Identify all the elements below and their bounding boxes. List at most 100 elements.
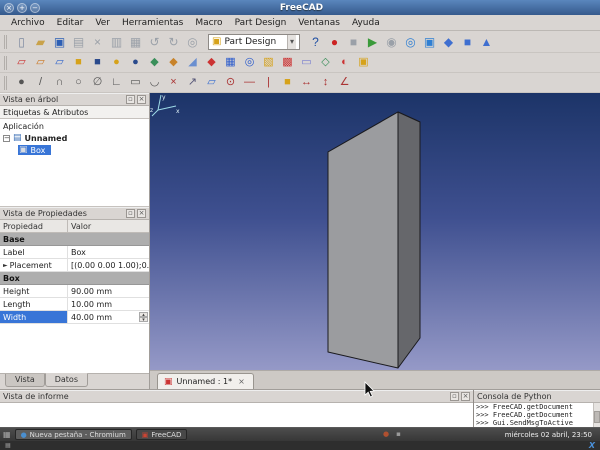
refresh-icon[interactable]: ◎ (183, 33, 202, 51)
close-panel-icon[interactable]: × (137, 209, 146, 218)
trim-icon[interactable]: × (164, 74, 183, 92)
scaled-icon[interactable]: ▧ (259, 54, 278, 72)
minimize-window-icon[interactable]: − (30, 3, 40, 13)
lock-constraint-icon[interactable]: ■ (278, 74, 297, 92)
create-sketch-icon[interactable]: ▱ (12, 54, 31, 72)
view-front-icon[interactable]: ■ (458, 33, 477, 51)
menu-archivo[interactable]: Archivo (5, 17, 51, 29)
chamfer-icon[interactable]: ◆ (164, 54, 183, 72)
datum-plane-icon[interactable]: ▭ (297, 54, 316, 72)
sketch-fillet-icon[interactable]: ◡ (145, 74, 164, 92)
copy-icon[interactable]: ▥ (107, 33, 126, 51)
sketch-rectangle-icon[interactable]: ▭ (126, 74, 145, 92)
tray-icon-1[interactable]: ● (383, 430, 389, 438)
undo-icon[interactable]: ↺ (145, 33, 164, 51)
menu-ayuda[interactable]: Ayuda (346, 17, 386, 29)
property-row-width[interactable]: Width 40.00 mm ▴ ▾ (0, 311, 149, 324)
distance-vertical-icon[interactable]: ↕ (316, 74, 335, 92)
coincident-constraint-icon[interactable]: ⊙ (221, 74, 240, 92)
clock[interactable]: miércoles 02 abril, 23:50 (505, 431, 597, 439)
property-group-base[interactable]: Base (0, 233, 149, 246)
property-row-length[interactable]: Length 10.00 mm (0, 298, 149, 311)
pocket-icon[interactable]: ■ (88, 54, 107, 72)
box-face-front[interactable] (328, 112, 398, 368)
new-document-icon[interactable]: ▯ (12, 33, 31, 51)
column-header-value[interactable]: Valor (68, 220, 149, 232)
horizontal-constraint-icon[interactable]: ― (240, 74, 259, 92)
macro-play-icon[interactable]: ▶ (363, 33, 382, 51)
property-value[interactable]: [(0.00 0.00 1.00);0.0 (68, 259, 149, 271)
tab-vista[interactable]: Vista (5, 374, 45, 387)
property-value[interactable]: 10.00 mm (68, 298, 149, 310)
cut-icon[interactable]: × (88, 33, 107, 51)
redo-icon[interactable]: ↻ (164, 33, 183, 51)
tree-item-box[interactable]: ▣ Box (0, 144, 149, 156)
macro-debug-icon[interactable]: ◉ (382, 33, 401, 51)
print-icon[interactable]: ▤ (69, 33, 88, 51)
multitransform-icon[interactable]: ▩ (278, 54, 297, 72)
property-value[interactable]: Box (68, 246, 149, 258)
external-geometry-icon[interactable]: ↗ (183, 74, 202, 92)
spin-down-icon[interactable]: ▾ (139, 317, 148, 322)
3d-viewport[interactable]: x y z (150, 93, 600, 370)
sketch-arc-icon[interactable]: ∩ (50, 74, 69, 92)
property-row-placement[interactable]: ► Placement [(0.00 0.00 1.00);0.0 (0, 259, 149, 272)
menu-macro[interactable]: Macro (189, 17, 228, 29)
edit-sketch-icon[interactable]: ▱ (31, 54, 50, 72)
property-value-editor[interactable]: 40.00 mm ▴ ▾ (68, 311, 149, 323)
polar-pattern-icon[interactable]: ◎ (240, 54, 259, 72)
sketch-ellipse-icon[interactable]: ∅ (88, 74, 107, 92)
taskbar-button-freecad[interactable]: ▣ FreeCAD (136, 429, 188, 440)
close-tab-icon[interactable]: × (236, 376, 247, 387)
close-window-icon[interactable]: × (4, 3, 14, 13)
property-value[interactable]: 90.00 mm (68, 285, 149, 297)
distance-horizontal-icon[interactable]: ↔ (297, 74, 316, 92)
migrate-icon[interactable]: ▣ (354, 54, 373, 72)
tab-datos[interactable]: Datos (45, 373, 88, 387)
view-top-icon[interactable]: ▲ (477, 33, 496, 51)
scrollbar-thumb[interactable] (594, 411, 600, 423)
construction-mode-icon[interactable]: ▱ (202, 74, 221, 92)
python-console-content[interactable]: >>> FreeCAD.getDocument >>> FreeCAD.getD… (474, 403, 600, 427)
property-row-height[interactable]: Height 90.00 mm (0, 285, 149, 298)
box-face-side[interactable] (398, 112, 420, 368)
macro-stop-icon[interactable]: ■ (344, 33, 363, 51)
collapse-icon[interactable]: − (3, 135, 10, 142)
toolbar-grip[interactable] (4, 35, 8, 49)
fillet-icon[interactable]: ◆ (145, 54, 164, 72)
linear-pattern-icon[interactable]: ▦ (221, 54, 240, 72)
map-sketch-icon[interactable]: ▱ (50, 54, 69, 72)
menu-herramientas[interactable]: Herramientas (116, 17, 189, 29)
float-panel-icon[interactable]: ▫ (126, 95, 135, 104)
menu-editar[interactable]: Editar (51, 17, 90, 29)
property-row-label[interactable]: Label Box (0, 246, 149, 259)
console-scrollbar[interactable] (593, 403, 600, 427)
maximize-window-icon[interactable]: + (17, 3, 27, 13)
tray-icon-2[interactable]: ▪ (396, 430, 401, 438)
tree-root-application[interactable]: Aplicación (0, 120, 149, 132)
macro-record-icon[interactable]: ● (325, 33, 344, 51)
whats-this-icon[interactable]: ? (306, 33, 325, 51)
menu-ver[interactable]: Ver (89, 17, 116, 29)
float-panel-icon[interactable]: ▫ (126, 209, 135, 218)
menu-ventanas[interactable]: Ventanas (292, 17, 346, 29)
open-folder-icon[interactable]: ▰ (31, 33, 50, 51)
close-panel-icon[interactable]: × (461, 392, 470, 401)
boolean-icon[interactable]: ◐ (335, 54, 354, 72)
selected-tree-item[interactable]: ▣ Box (18, 145, 51, 155)
launcher-icon[interactable]: ▦ (3, 430, 11, 439)
sketch-point-icon[interactable]: ● (12, 74, 31, 92)
float-panel-icon[interactable]: ▫ (450, 392, 459, 401)
angle-constraint-icon[interactable]: ∠ (335, 74, 354, 92)
zoom-box-icon[interactable]: ▣ (420, 33, 439, 51)
tree-column-header[interactable]: Etiquetas & Atributos (0, 106, 149, 119)
box-3d[interactable] (150, 93, 600, 370)
panel-applet-icon[interactable]: ▦ (5, 442, 11, 449)
property-group-box[interactable]: Box (0, 272, 149, 285)
toolbar-grip[interactable] (4, 56, 8, 70)
draft-icon[interactable]: ◢ (183, 54, 202, 72)
toolbar-grip[interactable] (4, 76, 8, 90)
vertical-constraint-icon[interactable]: | (259, 74, 278, 92)
column-header-property[interactable]: Propiedad (0, 220, 68, 232)
shapebinder-icon[interactable]: ◇ (316, 54, 335, 72)
